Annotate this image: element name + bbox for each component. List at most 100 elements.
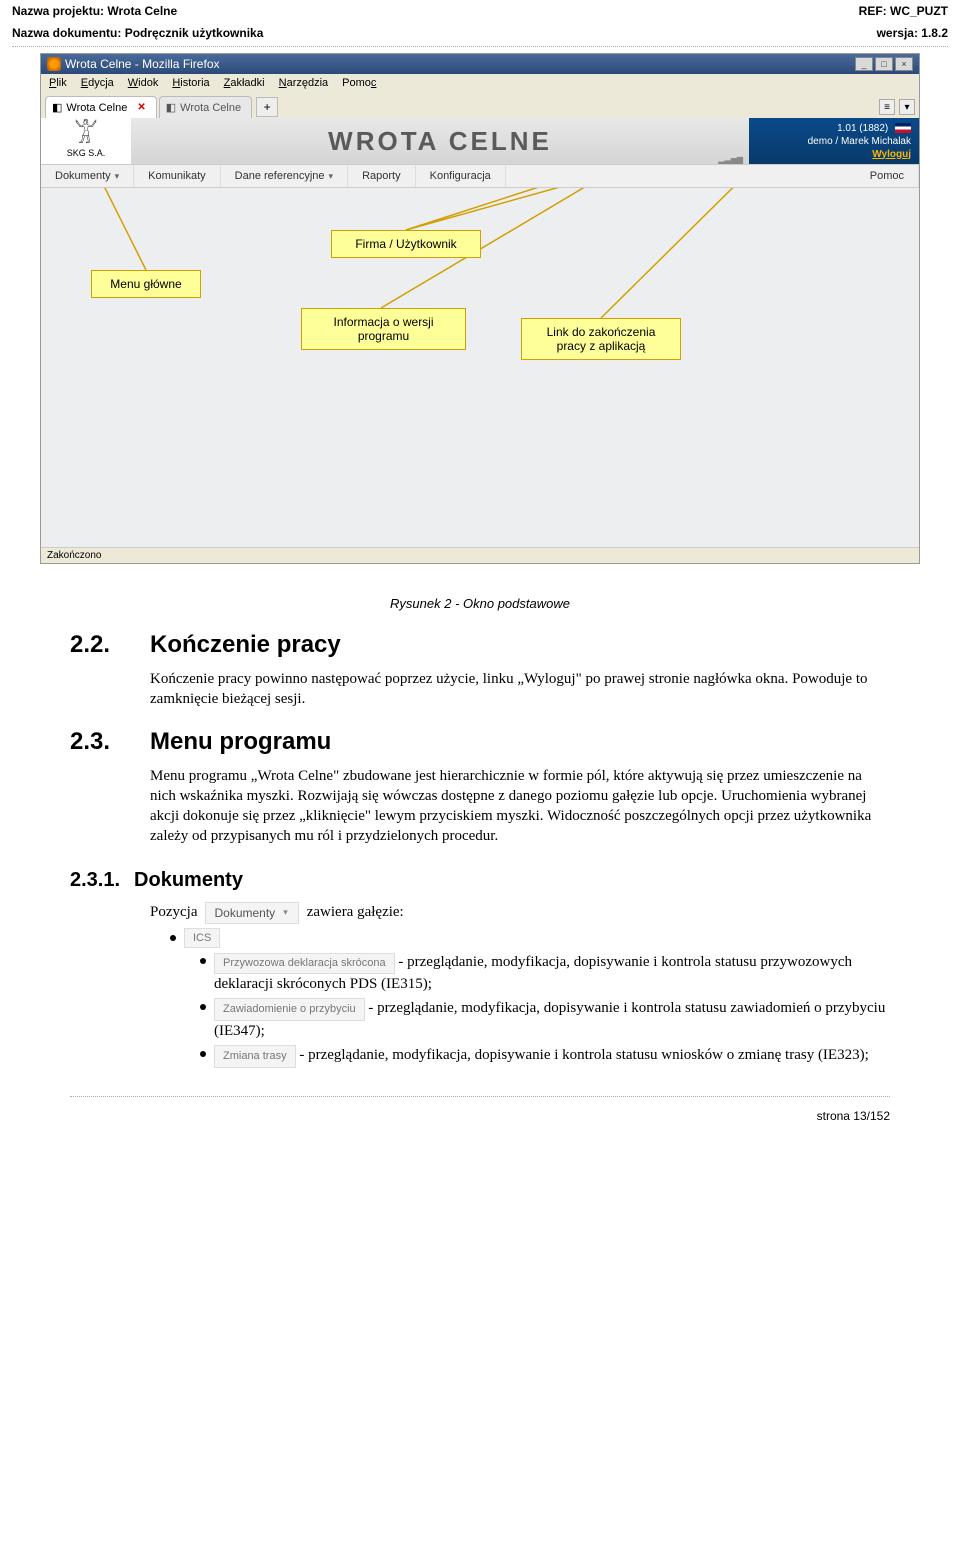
page-number: strona 13/152: [817, 1109, 890, 1123]
app-menu-dane-referencyjne[interactable]: Dane referencyjne▾: [221, 165, 348, 187]
logout-link[interactable]: Wyloguj: [872, 149, 911, 160]
menu-pomoc[interactable]: Pomoc: [342, 77, 376, 89]
app-version: 1.01 (1882): [837, 123, 888, 134]
tab-label: Wrota Celne: [180, 102, 241, 114]
zt-text: - przeglądanie, modyfikacja, dopisywanie…: [299, 1047, 868, 1063]
pozycja-label: Pozycja: [150, 904, 197, 921]
brand-text: WROTA CELNE: [328, 126, 552, 157]
flag-icon[interactable]: [895, 123, 911, 133]
firefox-icon: [47, 57, 61, 71]
app-logo: 𓀠 SKG S.A.: [41, 118, 131, 164]
app-canvas: Menu główne Firma / Użytkownik Informacj…: [41, 188, 919, 548]
app-brand: WROTA CELNE ▂▃▅▆: [131, 118, 749, 164]
section-2-2-body: Kończenie pracy powinno następować poprz…: [150, 669, 890, 710]
browser-statusbar: Zakończono: [41, 548, 919, 563]
subsection-number: 2.3.1.: [70, 869, 120, 892]
tab-active[interactable]: ◧ Wrota Celne ✕: [45, 96, 157, 118]
tab-list-button[interactable]: ≡: [879, 99, 895, 115]
callout-version-info: Informacja o wersji programu: [301, 308, 466, 350]
branches-block: Pozycja Dokumenty ▾ zawiera gałęzie: ICS…: [150, 902, 890, 1068]
logo-icon: 𓀠: [74, 124, 97, 148]
app-menu-raporty[interactable]: Raporty: [348, 165, 416, 187]
callout-logout-link: Link do zakończenia pracy z aplikacją: [521, 318, 681, 360]
doc-value: Podręcznik użytkownika: [125, 26, 264, 40]
maximize-button[interactable]: □: [875, 57, 893, 71]
bullet-icon: [200, 1004, 206, 1010]
zop-chip[interactable]: Zawiadomienie o przybyciu: [214, 998, 365, 1021]
document-body: Rysunek 2 - Okno podstawowe 2.2. Kończen…: [0, 574, 960, 1092]
app-menu-komunikaty[interactable]: Komunikaty: [134, 165, 220, 187]
tab-icon: ◧: [166, 101, 176, 114]
zop-row: Zawiadomienie o przybyciu - przeglądanie…: [200, 998, 890, 1041]
browser-window: Wrota Celne - Mozilla Firefox _ □ × Plik…: [40, 53, 920, 564]
app-menu-pomoc[interactable]: Pomoc: [856, 165, 919, 187]
ref-label: REF:: [859, 4, 887, 18]
menu-historia[interactable]: Historia: [172, 77, 209, 89]
tab-inactive[interactable]: ◧ Wrota Celne: [159, 96, 252, 118]
user-panel: 1.01 (1882) demo / Marek Michalak Wylogu…: [749, 118, 919, 164]
chevron-down-icon: ▾: [329, 171, 334, 182]
section-2-3-1-heading: 2.3.1. Dokumenty: [70, 869, 890, 892]
doc-label: Nazwa dokumentu:: [12, 26, 121, 40]
ics-row: ICS: [170, 928, 890, 948]
doc-header-row-1: Nazwa projektu: Wrota Celne REF: WC_PUZT: [0, 0, 960, 22]
zt-chip[interactable]: Zmiana trasy: [214, 1045, 296, 1068]
tab-dropdown-button[interactable]: ▾: [899, 99, 915, 115]
menu-narzedzia[interactable]: Narzędzia: [279, 77, 329, 89]
doc-header-row-2: Nazwa dokumentu: Podręcznik użytkownika …: [0, 22, 960, 44]
menu-plik[interactable]: Plik: [49, 77, 67, 89]
project-value: Wrota Celne: [107, 4, 177, 18]
section-number: 2.2.: [70, 631, 130, 659]
zawiera-text: zawiera gałęzie:: [307, 904, 404, 921]
dokumenty-chip[interactable]: Dokumenty ▾: [205, 902, 298, 924]
page-footer: strona 13/152: [0, 1101, 960, 1131]
subsection-title: Dokumenty: [134, 869, 243, 892]
callout-main-menu: Menu główne: [91, 270, 201, 298]
ref-value: WC_PUZT: [890, 4, 948, 18]
pds-chip[interactable]: Przywozowa deklaracja skrócona: [214, 953, 395, 974]
tab-close-icon[interactable]: ✕: [137, 102, 145, 113]
bullet-icon: [200, 1051, 206, 1057]
browser-menubar: Plik Edycja Widok Historia Zakładki Narz…: [41, 74, 919, 92]
header-separator: [12, 46, 948, 47]
window-title: Wrota Celne - Mozilla Firefox: [65, 57, 220, 71]
bullet-icon: [200, 958, 206, 964]
section-number: 2.3.: [70, 728, 130, 756]
section-title: Menu programu: [150, 728, 331, 756]
user-name: demo / Marek Michalak: [757, 136, 911, 147]
figure-caption: Rysunek 2 - Okno podstawowe: [70, 596, 890, 611]
window-titlebar: Wrota Celne - Mozilla Firefox _ □ ×: [41, 54, 919, 74]
callout-firm-user: Firma / Użytkownik: [331, 230, 481, 258]
project-label: Nazwa projektu:: [12, 4, 104, 18]
app-menu: Dokumenty▾ Komunikaty Dane referencyjne▾…: [41, 165, 919, 188]
app-menu-dokumenty[interactable]: Dokumenty▾: [41, 165, 134, 187]
browser-tabs: ◧ Wrota Celne ✕ ◧ Wrota Celne + ≡ ▾: [41, 92, 919, 118]
app-menu-konfiguracja[interactable]: Konfiguracja: [416, 165, 506, 187]
logo-text: SKG S.A.: [67, 148, 106, 158]
menu-edycja[interactable]: Edycja: [81, 77, 114, 89]
menu-widok[interactable]: Widok: [128, 77, 159, 89]
close-window-button[interactable]: ×: [895, 57, 913, 71]
ics-chip[interactable]: ICS: [184, 928, 220, 948]
ver-value: 1.8.2: [921, 26, 948, 40]
minimize-button[interactable]: _: [855, 57, 873, 71]
status-text: Zakończono: [47, 550, 101, 561]
footer-separator: [70, 1096, 890, 1097]
bullet-icon: [170, 935, 176, 941]
tab-label: Wrota Celne: [66, 102, 127, 114]
chevron-down-icon: ▾: [283, 907, 288, 918]
section-title: Kończenie pracy: [150, 631, 341, 659]
menu-zakladki[interactable]: Zakładki: [224, 77, 265, 89]
zt-row: Zmiana trasy - przeglądanie, modyfikacja…: [200, 1045, 890, 1068]
chevron-down-icon: ▾: [115, 171, 120, 182]
pozycja-row: Pozycja Dokumenty ▾ zawiera gałęzie:: [150, 902, 890, 924]
section-2-3-heading: 2.3. Menu programu: [70, 728, 890, 756]
ver-label: wersja:: [877, 26, 918, 40]
tab-icon: ◧: [52, 101, 62, 114]
section-2-3-body: Menu programu „Wrota Celne" zbudowane je…: [150, 766, 890, 847]
new-tab-button[interactable]: +: [256, 97, 278, 117]
app-header: 𓀠 SKG S.A. WROTA CELNE ▂▃▅▆ 1.01 (1882) …: [41, 118, 919, 165]
section-2-2-heading: 2.2. Kończenie pracy: [70, 631, 890, 659]
chip-label: Dokumenty: [214, 906, 275, 920]
brand-decor: ▂▃▅▆: [718, 155, 743, 164]
